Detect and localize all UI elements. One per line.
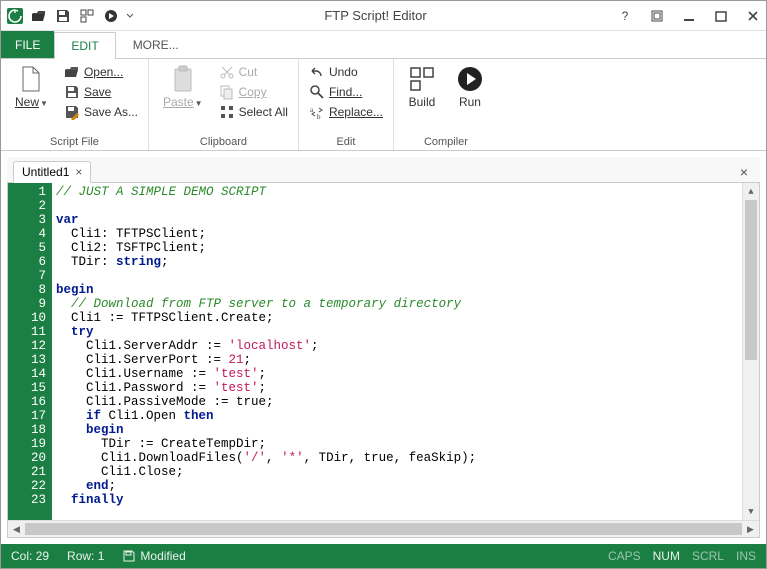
build-large-icon <box>408 65 436 93</box>
paste-label: Paste <box>163 95 194 109</box>
minimize-icon[interactable] <box>680 7 698 25</box>
code-content[interactable]: // JUST A SIMPLE DEMO SCRIPT var Cli1: T… <box>52 183 742 520</box>
saveas-button[interactable]: Save As... <box>62 103 140 121</box>
window-controls: ? <box>616 7 762 25</box>
hscroll-thumb[interactable] <box>25 523 742 535</box>
line-gutter: 1234567891011121314151617181920212223 <box>8 183 52 520</box>
new-icon <box>17 65 45 93</box>
vertical-scrollbar[interactable]: ▲ ▼ <box>742 183 759 520</box>
close-icon[interactable] <box>744 7 762 25</box>
fullscreen-icon[interactable] <box>648 7 666 25</box>
new-label: New <box>15 95 39 109</box>
copy-button[interactable]: Copy <box>217 83 290 101</box>
floppy-icon <box>64 84 80 100</box>
scroll-down-icon[interactable]: ▼ <box>743 503 759 520</box>
search-icon <box>309 84 325 100</box>
save-icon[interactable] <box>53 6 73 26</box>
modified-icon <box>122 549 136 563</box>
replace-button[interactable]: ab Replace... <box>307 103 385 121</box>
tabstrip-close-icon[interactable]: × <box>734 162 754 182</box>
group-label-edit: Edit <box>307 134 385 148</box>
ribbon-tabstrip: FILE EDIT MORE... <box>1 31 766 59</box>
run-label: Run <box>459 95 481 109</box>
status-scrl: SCRL <box>692 549 724 563</box>
titlebar: FTP Script! Editor ? <box>1 1 766 31</box>
document-tab[interactable]: Untitled1 × <box>13 161 91 183</box>
copy-label: Copy <box>239 85 267 99</box>
build-label: Build <box>409 95 436 109</box>
undo-label: Undo <box>329 65 358 79</box>
ribbon-group-compiler: Build Run Compiler <box>394 59 498 150</box>
status-caps: CAPS <box>608 549 641 563</box>
status-ins: INS <box>736 549 756 563</box>
cut-button[interactable]: Cut <box>217 63 290 81</box>
find-label: Find... <box>329 85 362 99</box>
statusbar: Col: 29 Row: 1 Modified CAPS NUM SCRL IN… <box>1 544 766 568</box>
status-col: Col: 29 <box>11 549 49 563</box>
saveas-label: Save As... <box>84 105 138 119</box>
window-title: FTP Script! Editor <box>135 8 616 23</box>
new-button[interactable]: New▼ <box>9 63 54 111</box>
build-button[interactable]: Build <box>402 63 442 111</box>
run-button[interactable]: Run <box>450 63 490 111</box>
app-icon[interactable] <box>5 6 25 26</box>
scissors-icon <box>219 64 235 80</box>
folder-open-icon <box>64 64 80 80</box>
group-label-compiler: Compiler <box>402 134 490 148</box>
open-button[interactable]: Open... <box>62 63 140 81</box>
undo-icon <box>309 64 325 80</box>
run-icon[interactable] <box>101 6 121 26</box>
editor-container: 1234567891011121314151617181920212223 //… <box>7 183 760 538</box>
select-all-icon <box>219 104 235 120</box>
build-icon[interactable] <box>77 6 97 26</box>
tab-more[interactable]: MORE... <box>116 31 196 58</box>
tab-close-icon[interactable]: × <box>75 165 82 179</box>
open-icon[interactable] <box>29 6 49 26</box>
status-modified: Modified <box>122 549 185 564</box>
paste-button[interactable]: Paste▼ <box>157 63 209 111</box>
scroll-thumb[interactable] <box>745 200 757 360</box>
scroll-up-icon[interactable]: ▲ <box>743 183 759 200</box>
ribbon-group-edit: Undo Find... ab Replace... Edit <box>299 59 394 150</box>
status-num: NUM <box>653 549 680 563</box>
run-large-icon <box>456 65 484 93</box>
copy-icon <box>219 84 235 100</box>
qat-dropdown-icon[interactable] <box>125 6 135 26</box>
status-row: Row: 1 <box>67 549 104 563</box>
tab-edit[interactable]: EDIT <box>54 32 115 59</box>
open-label: Open... <box>84 65 123 79</box>
cut-label: Cut <box>239 65 258 79</box>
selectall-label: Select All <box>239 105 288 119</box>
ribbon-group-clipboard: Paste▼ Cut Copy Select All Clipboard <box>149 59 299 150</box>
group-label-clipboard: Clipboard <box>157 134 290 148</box>
maximize-icon[interactable] <box>712 7 730 25</box>
ribbon-group-scriptfile: New▼ Open... Save Save As... Script File <box>1 59 149 150</box>
horizontal-scrollbar[interactable]: ◀ ▶ <box>8 520 759 537</box>
code-editor[interactable]: 1234567891011121314151617181920212223 //… <box>8 183 759 520</box>
ribbon: New▼ Open... Save Save As... Script File… <box>1 59 766 151</box>
group-label-scriptfile: Script File <box>9 134 140 148</box>
replace-label: Replace... <box>329 105 383 119</box>
scroll-left-icon[interactable]: ◀ <box>8 524 25 535</box>
svg-text:b: b <box>317 113 321 120</box>
undo-button[interactable]: Undo <box>307 63 385 81</box>
clipboard-icon <box>169 65 197 93</box>
tab-file[interactable]: FILE <box>1 31 54 58</box>
scroll-right-icon[interactable]: ▶ <box>742 524 759 535</box>
document-tabs: Untitled1 × × <box>7 157 760 183</box>
floppy-pen-icon <box>64 104 80 120</box>
document-tab-title: Untitled1 <box>22 165 69 179</box>
save-label: Save <box>84 85 111 99</box>
find-button[interactable]: Find... <box>307 83 385 101</box>
save-button[interactable]: Save <box>62 83 140 101</box>
help-icon[interactable]: ? <box>616 7 634 25</box>
replace-icon: ab <box>309 104 325 120</box>
selectall-button[interactable]: Select All <box>217 103 290 121</box>
quick-access-toolbar <box>5 6 135 26</box>
